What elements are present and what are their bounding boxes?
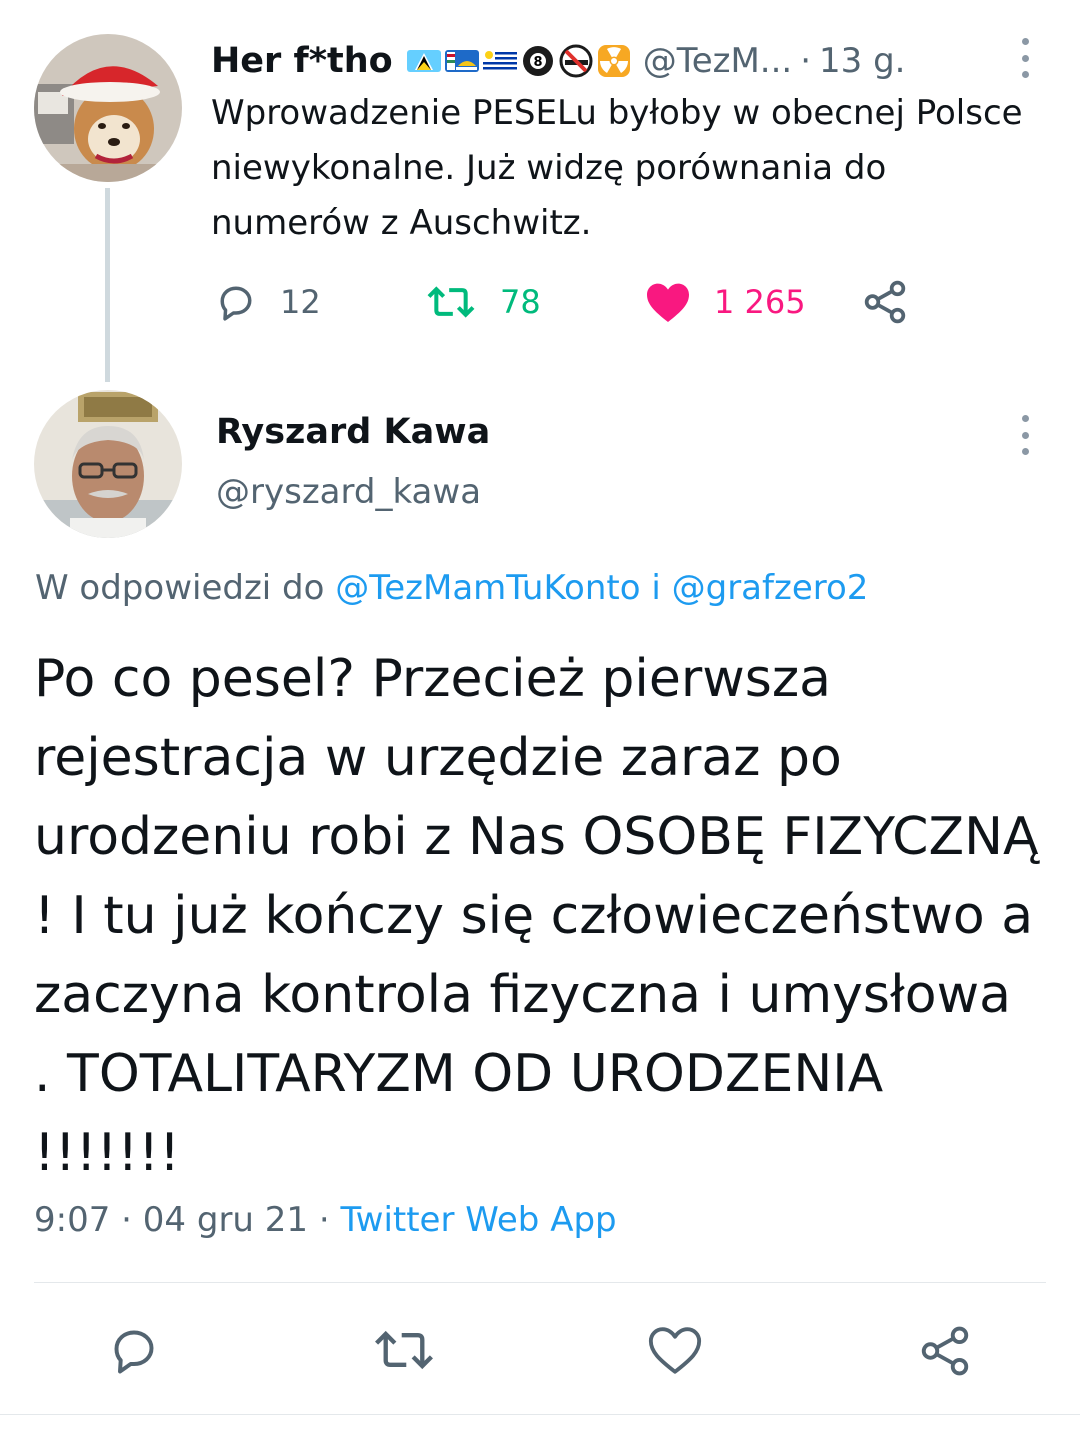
parent-tweet-text: Wprowadzenie PESELu byłoby w obecnej Pol…: [211, 93, 1023, 243]
reply-context-prefix: W odpowiedzi do: [35, 568, 336, 608]
parent-avatar[interactable]: [34, 34, 182, 182]
reply-mention-link[interactable]: @grafzero2: [672, 568, 869, 608]
parent-author-handle[interactable]: @TezM...: [643, 41, 793, 81]
main-more-options-icon[interactable]: [1019, 415, 1031, 455]
retweet-icon: [375, 1330, 433, 1370]
uruguay-flag-icon: [482, 44, 517, 78]
like-button[interactable]: [646, 1322, 702, 1378]
parent-reply-button[interactable]: 12: [214, 276, 321, 328]
tweet-time[interactable]: 9:07: [34, 1200, 110, 1240]
reply-button[interactable]: [106, 1322, 162, 1378]
header-separator: ·: [800, 41, 812, 81]
tweet-source-link[interactable]: Twitter Web App: [341, 1200, 617, 1240]
radioactive-icon: [597, 44, 631, 78]
svg-text:8: 8: [533, 55, 542, 70]
parent-share-button[interactable]: [860, 276, 910, 328]
parent-retweet-button[interactable]: 78: [424, 276, 541, 328]
retweet-button[interactable]: [372, 1322, 433, 1378]
reply-mention-joiner: i: [640, 568, 672, 608]
no-smoking-icon: [559, 44, 593, 78]
parent-author-name[interactable]: Her f*tho: [211, 41, 393, 81]
main-author-name[interactable]: Ryszard Kawa: [216, 412, 490, 452]
share-button[interactable]: [916, 1322, 972, 1378]
pool-8-ball-icon: 8: [521, 44, 555, 78]
parent-tweet-header: Her f*tho 8 @TezM... · 13 g.: [211, 36, 906, 86]
divider: [34, 1282, 1046, 1283]
meta-separator: ·: [318, 1200, 330, 1240]
parent-timestamp[interactable]: 13 g.: [819, 41, 905, 81]
bottom-divider: [0, 1414, 1080, 1415]
share-icon: [864, 280, 906, 324]
reply-mention-link[interactable]: @TezMamTuKonto: [335, 568, 640, 608]
main-avatar[interactable]: [34, 390, 182, 538]
reply-icon: [220, 286, 252, 321]
reply-icon: [114, 1330, 154, 1374]
tweet-date[interactable]: 04 gru 21: [143, 1200, 308, 1240]
retweet-icon: [427, 286, 475, 318]
parent-like-count: 1 265: [714, 283, 806, 321]
share-icon: [921, 1326, 969, 1376]
saint-lucia-flag-icon: [406, 44, 441, 78]
main-tweet-text: Po co pesel? Przecież pierwsza rejestrac…: [34, 649, 1039, 1183]
reply-context: W odpowiedzi do @TezMamTuKonto i @grafze…: [35, 568, 868, 608]
heart-filled-icon: [647, 283, 689, 322]
thread-connector-line: [105, 188, 110, 382]
tweet-meta: 9:07 · 04 gru 21 · Twitter Web App: [34, 1200, 617, 1240]
heart-outline-icon: [648, 1327, 702, 1374]
parent-more-options-icon[interactable]: [1019, 38, 1031, 78]
parent-like-button[interactable]: 1 265: [644, 276, 806, 328]
parent-retweet-count: 78: [500, 283, 541, 321]
parent-reply-count: 12: [280, 283, 321, 321]
main-author-handle[interactable]: @ryszard_kawa: [216, 472, 481, 512]
meta-separator: ·: [121, 1200, 132, 1240]
saint-pierre-miquelon-flag-icon: [444, 44, 479, 78]
